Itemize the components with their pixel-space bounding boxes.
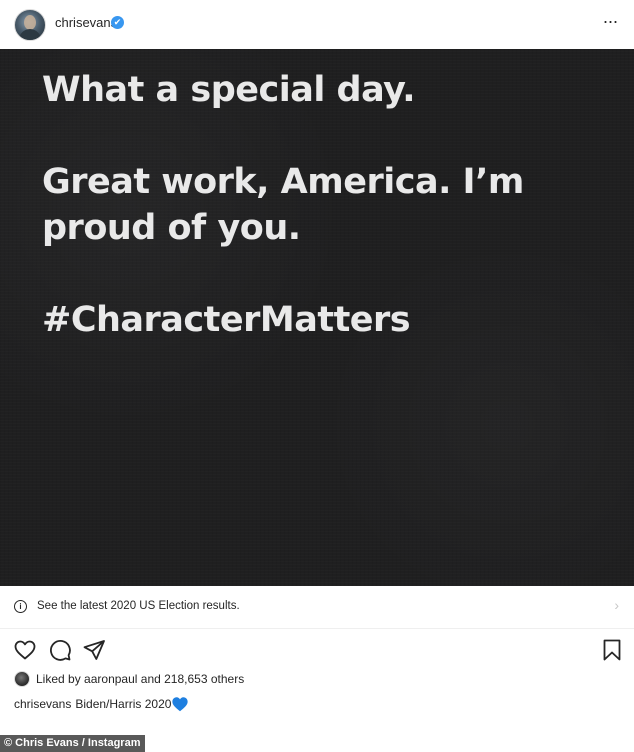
likes-count[interactable]: and 218,653 others [141, 672, 244, 686]
info-icon: i [14, 600, 27, 613]
caption-text: Biden/Harris 2020 [75, 697, 172, 711]
post-header: chrisevans ✔ ··· [0, 0, 634, 50]
image-text-line: What a special day. [42, 70, 416, 110]
caption-username[interactable]: chrisevans [14, 697, 71, 711]
post-image-text: What a special day. Great work, America.… [42, 67, 602, 343]
bookmark-icon[interactable] [600, 638, 624, 662]
liker-avatar[interactable] [14, 671, 30, 687]
post-image[interactable]: What a special day. Great work, America.… [0, 49, 634, 586]
chevron-right-icon[interactable]: › [614, 597, 619, 613]
blue-heart-icon [172, 697, 189, 712]
image-text-line: Great work, America. I’m [42, 162, 524, 202]
photo-credit-watermark: © Chris Evans / Instagram [0, 735, 145, 752]
share-icon[interactable] [82, 638, 106, 662]
election-info-text[interactable]: See the latest 2020 US Election results. [37, 600, 240, 612]
instagram-post: chrisevans ✔ ··· What a special day. Gre… [0, 0, 634, 752]
liker-username[interactable]: aaronpaul [84, 672, 137, 686]
image-text-hashtag: #CharacterMatters [42, 300, 411, 340]
heart-icon[interactable] [13, 638, 37, 662]
post-actions [0, 630, 634, 670]
more-options-icon[interactable]: ··· [600, 12, 620, 34]
verified-badge-icon: ✔ [111, 16, 124, 29]
image-text-line: proud of you. [42, 208, 301, 248]
image-text-spacer [42, 251, 602, 297]
avatar-face [24, 15, 36, 30]
image-text-spacer [42, 113, 602, 159]
likes-prefix: Liked by [36, 672, 81, 686]
likes-summary: Liked by aaronpaul and 218,653 others [14, 670, 244, 688]
comment-icon[interactable] [48, 638, 72, 662]
post-caption: chrisevans Biden/Harris 2020 [14, 696, 189, 712]
post-username[interactable]: chrisevans [55, 15, 117, 30]
election-info-banner[interactable]: i See the latest 2020 US Election result… [0, 586, 634, 629]
avatar-body [19, 29, 41, 40]
profile-avatar[interactable] [14, 9, 46, 41]
